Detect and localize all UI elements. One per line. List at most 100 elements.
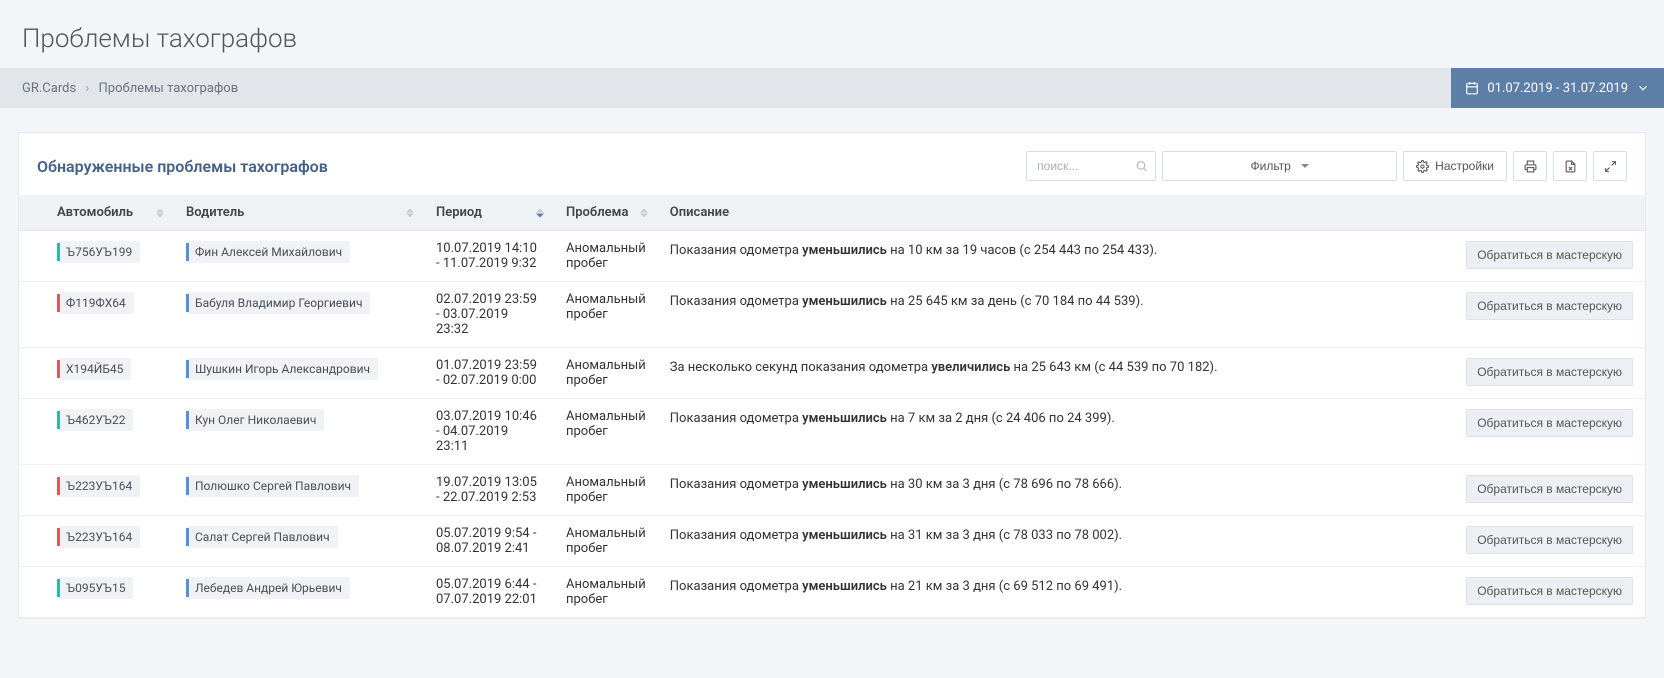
- print-icon: [1524, 160, 1537, 173]
- vehicle-label: Ъ095УЪ15: [66, 581, 125, 595]
- settings-button[interactable]: Настройки: [1403, 151, 1507, 181]
- driver-badge[interactable]: Полюшко Сергей Павлович: [186, 475, 359, 497]
- expand-icon: [1604, 160, 1617, 173]
- vehicle-badge[interactable]: Ъ223УЪ164: [57, 526, 140, 548]
- description-cell: За несколько секунд показания одометра у…: [658, 348, 1454, 399]
- contact-workshop-button[interactable]: Обратиться в мастерскую: [1466, 409, 1633, 437]
- filter-button[interactable]: Фильтр: [1162, 151, 1397, 181]
- description-cell: Показания одометра уменьшились на 31 км …: [658, 516, 1454, 567]
- vehicle-label: Ъ756УЪ199: [66, 245, 132, 259]
- problem-cell: Аномальный пробег: [554, 567, 658, 618]
- driver-badge[interactable]: Кун Олег Николаевич: [186, 409, 324, 431]
- driver-label: Лебедев Андрей Юрьевич: [195, 581, 342, 595]
- panel-title: Обнаруженные проблемы тахографов: [37, 157, 328, 176]
- description-cell: Показания одометра уменьшились на 7 км з…: [658, 399, 1454, 465]
- vehicle-badge[interactable]: Ъ756УЪ199: [57, 241, 140, 263]
- period-cell: 03.07.2019 10:46 - 04.07.2019 23:11: [424, 399, 554, 465]
- period-cell: 02.07.2019 23:59 - 03.07.2019 23:32: [424, 282, 554, 348]
- vehicle-label: Ф119ФХ64: [66, 296, 126, 310]
- description-cell: Показания одометра уменьшились на 25 645…: [658, 282, 1454, 348]
- chevron-down-icon: [1636, 81, 1650, 95]
- chevron-down-icon: [1301, 164, 1309, 168]
- filter-label: Фильтр: [1251, 159, 1291, 173]
- col-problem[interactable]: Проблема: [554, 195, 658, 231]
- problem-cell: Аномальный пробег: [554, 231, 658, 282]
- problem-cell: Аномальный пробег: [554, 348, 658, 399]
- sort-icon: [156, 208, 164, 217]
- problems-table: Автомобиль Водитель Период Проблема Опис…: [19, 195, 1645, 618]
- vehicle-badge[interactable]: Ъ223УЪ164: [57, 475, 140, 497]
- search-icon: [1135, 160, 1148, 173]
- driver-label: Бабуля Владимир Георгиевич: [195, 296, 362, 310]
- contact-workshop-button[interactable]: Обратиться в мастерскую: [1466, 577, 1633, 605]
- col-period[interactable]: Период: [424, 195, 554, 231]
- col-action: [1454, 195, 1645, 231]
- driver-badge[interactable]: Фин Алексей Михайлович: [186, 241, 350, 263]
- problem-cell: Аномальный пробег: [554, 399, 658, 465]
- driver-label: Салат Сергей Павлович: [195, 530, 330, 544]
- vehicle-badge[interactable]: Ф119ФХ64: [57, 292, 134, 314]
- breadcrumb-root[interactable]: GR.Cards: [22, 81, 76, 96]
- driver-badge[interactable]: Бабуля Владимир Георгиевич: [186, 292, 370, 314]
- sort-icon: [536, 208, 544, 217]
- driver-label: Фин Алексей Михайлович: [195, 245, 342, 259]
- breadcrumb-separator-icon: ›: [85, 81, 89, 96]
- period-cell: 05.07.2019 9:54 - 08.07.2019 2:41: [424, 516, 554, 567]
- period-cell: 10.07.2019 14:10 - 11.07.2019 9:32: [424, 231, 554, 282]
- table-row: Ъ756УЪ199 Фин Алексей Михайлович 10.07.2…: [19, 231, 1645, 282]
- vehicle-badge[interactable]: Ъ095УЪ15: [57, 577, 133, 599]
- fullscreen-button[interactable]: [1593, 151, 1627, 181]
- description-cell: Показания одометра уменьшились на 10 км …: [658, 231, 1454, 282]
- problem-cell: Аномальный пробег: [554, 465, 658, 516]
- driver-badge[interactable]: Лебедев Андрей Юрьевич: [186, 577, 350, 599]
- vehicle-badge[interactable]: Х194ЙБ45: [57, 358, 131, 380]
- print-button[interactable]: [1513, 151, 1547, 181]
- gear-icon: [1416, 160, 1429, 173]
- driver-label: Шушкин Игорь Александрович: [195, 362, 370, 376]
- calendar-icon: [1465, 81, 1479, 95]
- period-cell: 19.07.2019 13:05 - 22.07.2019 2:53: [424, 465, 554, 516]
- settings-label: Настройки: [1435, 159, 1494, 173]
- driver-badge[interactable]: Шушкин Игорь Александрович: [186, 358, 378, 380]
- vehicle-label: Ъ223УЪ164: [66, 479, 132, 493]
- problem-cell: Аномальный пробег: [554, 282, 658, 348]
- description-cell: Показания одометра уменьшились на 21 км …: [658, 567, 1454, 618]
- vehicle-label: Х194ЙБ45: [66, 362, 123, 376]
- vehicle-label: Ъ223УЪ164: [66, 530, 132, 544]
- sort-icon: [406, 208, 414, 217]
- table-row: Ф119ФХ64 Бабуля Владимир Георгиевич 02.0…: [19, 282, 1645, 348]
- date-range-label: 01.07.2019 - 31.07.2019: [1487, 81, 1628, 96]
- problem-cell: Аномальный пробег: [554, 516, 658, 567]
- date-range-picker[interactable]: 01.07.2019 - 31.07.2019: [1451, 68, 1664, 108]
- col-driver[interactable]: Водитель: [174, 195, 424, 231]
- contact-workshop-button[interactable]: Обратиться в мастерскую: [1466, 358, 1633, 386]
- period-cell: 05.07.2019 6:44 - 07.07.2019 22:01: [424, 567, 554, 618]
- description-cell: Показания одометра уменьшились на 30 км …: [658, 465, 1454, 516]
- col-description[interactable]: Описание: [658, 195, 1454, 231]
- vehicle-label: Ъ462УЪ22: [66, 413, 125, 427]
- table-row: Ъ223УЪ164 Полюшко Сергей Павлович 19.07.…: [19, 465, 1645, 516]
- driver-label: Полюшко Сергей Павлович: [195, 479, 351, 493]
- table-row: Х194ЙБ45 Шушкин Игорь Александрович 01.0…: [19, 348, 1645, 399]
- period-cell: 01.07.2019 23:59 - 02.07.2019 0:00: [424, 348, 554, 399]
- table-row: Ъ223УЪ164 Салат Сергей Павлович 05.07.20…: [19, 516, 1645, 567]
- breadcrumb-current: Проблемы тахографов: [99, 81, 239, 96]
- sort-icon: [640, 208, 648, 217]
- contact-workshop-button[interactable]: Обратиться в мастерскую: [1466, 241, 1633, 269]
- problems-panel: Обнаруженные проблемы тахографов Фильтр …: [18, 132, 1646, 619]
- breadcrumb: GR.Cards › Проблемы тахографов: [22, 81, 238, 96]
- excel-icon: [1564, 160, 1577, 173]
- toolbar: Фильтр Настройки: [1026, 151, 1627, 181]
- table-row: Ъ462УЪ22 Кун Олег Николаевич 03.07.2019 …: [19, 399, 1645, 465]
- col-vehicle[interactable]: Автомобиль: [19, 195, 174, 231]
- export-excel-button[interactable]: [1553, 151, 1587, 181]
- contact-workshop-button[interactable]: Обратиться в мастерскую: [1466, 526, 1633, 554]
- driver-badge[interactable]: Салат Сергей Павлович: [186, 526, 338, 548]
- vehicle-badge[interactable]: Ъ462УЪ22: [57, 409, 133, 431]
- table-row: Ъ095УЪ15 Лебедев Андрей Юрьевич 05.07.20…: [19, 567, 1645, 618]
- page-title: Проблемы тахографов: [0, 0, 1664, 68]
- breadcrumb-bar: GR.Cards › Проблемы тахографов 01.07.201…: [0, 68, 1664, 108]
- contact-workshop-button[interactable]: Обратиться в мастерскую: [1466, 475, 1633, 503]
- driver-label: Кун Олег Николаевич: [195, 413, 316, 427]
- contact-workshop-button[interactable]: Обратиться в мастерскую: [1466, 292, 1633, 320]
